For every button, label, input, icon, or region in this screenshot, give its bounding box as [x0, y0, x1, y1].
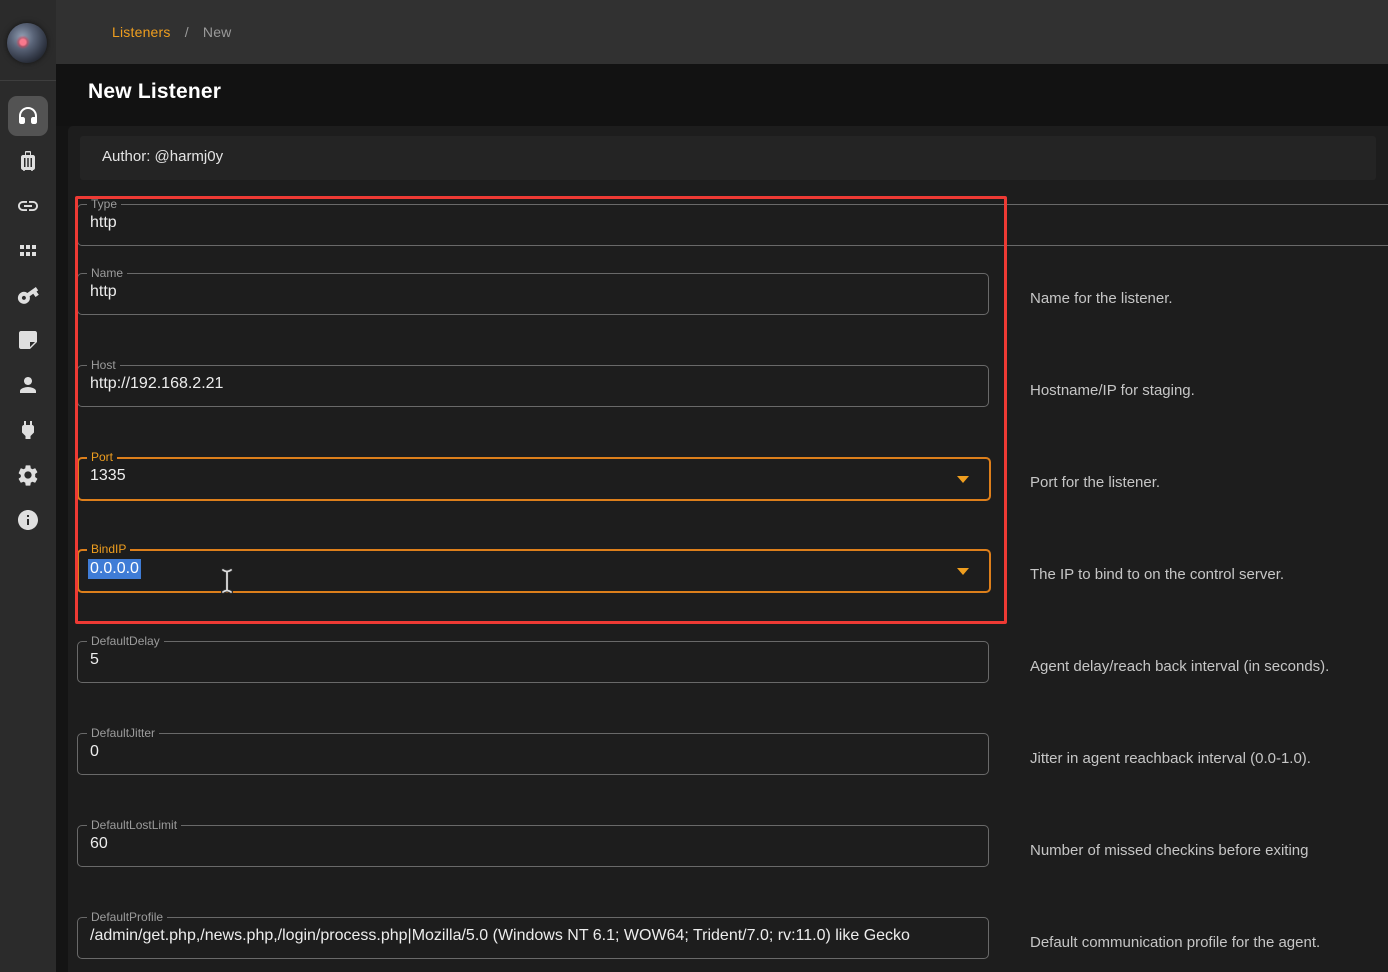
- field-bindip-label: BindIP: [87, 542, 130, 556]
- luggage-icon: [16, 149, 40, 173]
- sidebar-item-gear[interactable]: [8, 455, 48, 495]
- breadcrumb-listeners[interactable]: Listeners: [112, 24, 171, 40]
- person-icon: [16, 373, 40, 397]
- field-type-value: http: [90, 214, 117, 232]
- sidebar-item-plug[interactable]: [8, 410, 48, 450]
- field-bindip-value: 0.0.0.0: [88, 559, 141, 579]
- gear-icon: [16, 463, 40, 487]
- starkiller-app: Listeners / New New Listener Author: @ha…: [0, 0, 1388, 972]
- sidebar-item-info[interactable]: [8, 500, 48, 540]
- help-bindip: The IP to bind to on the control server.: [1030, 566, 1284, 583]
- headphones-icon: [16, 104, 40, 128]
- field-defaultlostlimit[interactable]: DefaultLostLimit 60: [77, 825, 989, 867]
- field-bindip[interactable]: BindIP 0.0.0.0: [77, 549, 991, 593]
- field-port-label: Port: [87, 450, 117, 464]
- help-defaultlostlimit: Number of missed checkins before exiting: [1030, 842, 1308, 859]
- page-title: New Listener: [88, 80, 221, 104]
- sidebar-item-note[interactable]: [8, 320, 48, 360]
- plug-icon: [16, 418, 40, 442]
- link-icon: [16, 194, 40, 218]
- field-host-value: http://192.168.2.21: [90, 375, 223, 393]
- field-host-label: Host: [87, 358, 120, 372]
- field-defaultdelay-value: 5: [90, 651, 99, 669]
- sidebar-item-grid[interactable]: [8, 231, 48, 271]
- field-name[interactable]: Name http: [77, 273, 989, 315]
- sidebar-item-link[interactable]: [8, 186, 48, 226]
- field-defaultprofile-value: /admin/get.php,/news.php,/login/process.…: [90, 927, 910, 945]
- field-port-value: 1335: [90, 467, 126, 485]
- field-host[interactable]: Host http://192.168.2.21: [77, 365, 989, 407]
- field-name-label: Name: [87, 266, 127, 280]
- port-dropdown-caret-icon[interactable]: [957, 476, 969, 483]
- field-name-value: http: [90, 283, 117, 301]
- sidebar-item-person[interactable]: [8, 365, 48, 405]
- field-defaultprofile-label: DefaultProfile: [87, 910, 167, 924]
- sidebar-divider: [0, 80, 56, 81]
- field-defaultdelay-label: DefaultDelay: [87, 634, 164, 648]
- breadcrumb-new: New: [203, 24, 232, 40]
- sidebar-item-key[interactable]: [8, 275, 48, 315]
- sidebar-item-luggage[interactable]: [8, 141, 48, 181]
- grid-icon: [16, 239, 40, 263]
- note-icon: [16, 328, 40, 352]
- field-defaultdelay[interactable]: DefaultDelay 5: [77, 641, 989, 683]
- field-type[interactable]: Type http: [77, 204, 1388, 246]
- field-defaultjitter-value: 0: [90, 743, 99, 761]
- help-name: Name for the listener.: [1030, 290, 1173, 307]
- help-defaultdelay: Agent delay/reach back interval (in seco…: [1030, 658, 1329, 675]
- author-label: Author: @harmj0y: [102, 148, 223, 165]
- help-defaultprofile: Default communication profile for the ag…: [1030, 934, 1320, 951]
- sidebar-item-listeners[interactable]: [8, 96, 48, 136]
- sidebar: [0, 0, 56, 972]
- field-defaultprofile[interactable]: DefaultProfile /admin/get.php,/news.php,…: [77, 917, 989, 959]
- breadcrumb-separator: /: [185, 24, 189, 40]
- title-band: New Listener: [56, 64, 1388, 126]
- help-host: Hostname/IP for staging.: [1030, 382, 1195, 399]
- breadcrumb: Listeners / New: [112, 24, 232, 40]
- app-logo-avatar[interactable]: [7, 23, 47, 63]
- field-type-label: Type: [87, 197, 121, 211]
- field-defaultlostlimit-label: DefaultLostLimit: [87, 818, 181, 832]
- field-defaultlostlimit-value: 60: [90, 835, 108, 853]
- help-port: Port for the listener.: [1030, 474, 1160, 491]
- help-defaultjitter: Jitter in agent reachback interval (0.0-…: [1030, 750, 1311, 767]
- field-defaultjitter-label: DefaultJitter: [87, 726, 159, 740]
- top-bar: Listeners / New: [56, 0, 1388, 64]
- field-defaultjitter[interactable]: DefaultJitter 0: [77, 733, 989, 775]
- bindip-dropdown-caret-icon[interactable]: [957, 568, 969, 575]
- author-bar: Author: @harmj0y: [80, 136, 1376, 180]
- key-icon: [16, 283, 40, 307]
- info-icon: [16, 508, 40, 532]
- field-port[interactable]: Port 1335: [77, 457, 991, 501]
